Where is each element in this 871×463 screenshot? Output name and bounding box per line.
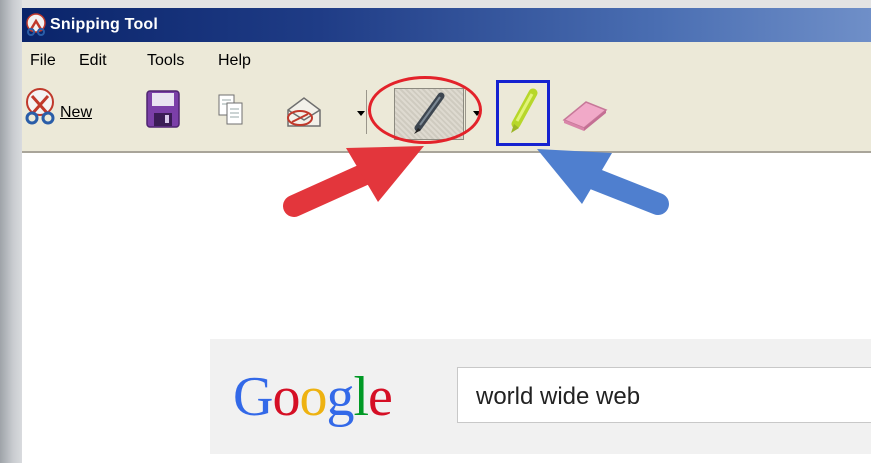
- save-icon[interactable]: [146, 90, 180, 128]
- logo-letter: o: [299, 366, 327, 428]
- logo-letter: e: [368, 366, 393, 428]
- blue-box-annotation: [496, 80, 550, 146]
- scissors-icon[interactable]: [24, 88, 58, 128]
- logo-letter: G: [233, 366, 273, 428]
- eraser-icon[interactable]: [560, 98, 610, 132]
- title-bar[interactable]: Snipping Tool: [22, 8, 871, 42]
- menu-tools[interactable]: Tools: [147, 52, 184, 70]
- snipping-tool-window: Snipping Tool File Edit Tools Help New G…: [22, 8, 871, 463]
- desktop-frame: [0, 0, 22, 463]
- search-input-value: world wide web: [476, 383, 641, 410]
- logo-letter: l: [353, 366, 369, 428]
- menu-bar: File Edit Tools Help: [22, 42, 871, 74]
- red-circle-annotation: [368, 76, 482, 144]
- send-email-icon[interactable]: [284, 94, 324, 130]
- search-input[interactable]: world wide web: [457, 367, 871, 423]
- send-dropdown-arrow[interactable]: [357, 111, 365, 116]
- window-title: Snipping Tool: [50, 16, 159, 33]
- logo-letter: o: [272, 366, 300, 428]
- menu-edit[interactable]: Edit: [79, 52, 107, 70]
- snipping-tool-app-icon: [26, 13, 46, 36]
- toolbar: New: [22, 74, 871, 153]
- menu-file[interactable]: File: [30, 52, 56, 70]
- google-logo: Google: [233, 365, 393, 429]
- snip-canvas[interactable]: Google world wide web: [22, 153, 871, 463]
- new-button-label[interactable]: New: [60, 104, 92, 122]
- toolbar-separator: [366, 90, 367, 134]
- copy-icon[interactable]: [218, 94, 244, 126]
- logo-letter: g: [326, 366, 354, 428]
- google-search-bar: Google world wide web: [210, 339, 871, 454]
- menu-help[interactable]: Help: [218, 52, 251, 70]
